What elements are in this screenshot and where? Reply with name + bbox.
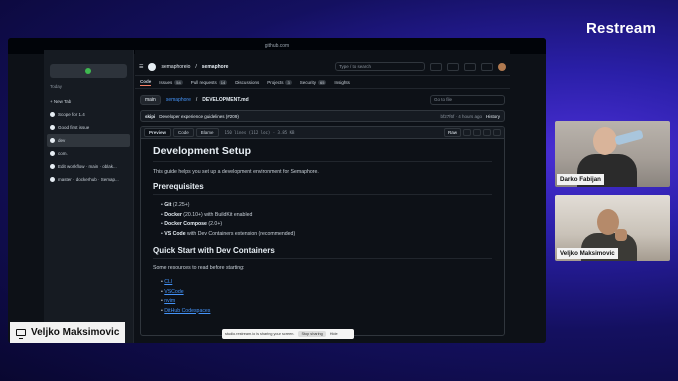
file-toolbar: Preview Code Blame 150 lines (112 loc) ·… (141, 127, 504, 139)
sidebar-tab-active[interactable]: dev (47, 134, 130, 147)
resource-link[interactable]: nvim (161, 297, 492, 307)
hide-button[interactable]: Hide (330, 332, 338, 336)
edit-icon[interactable] (483, 129, 491, 136)
resource-links: CLI VSCode nvim DitHub Codespaces (153, 278, 492, 316)
prereq-list: Git (2.25+) Docker (20.10+) with BuildKi… (153, 201, 492, 239)
doc-intro: This guide helps you set up a developmen… (153, 169, 319, 175)
sidebar-tab[interactable]: master · dockerhub · Semap... (44, 173, 133, 186)
webcam-tile[interactable]: Darko Fabijan (555, 121, 670, 187)
search-input[interactable]: Type / to search (335, 62, 425, 71)
markdown-body: Development Setup This guide helps you s… (141, 139, 504, 329)
breadcrumb: main semaphore / DEVELOPMENT.md Go to fi… (135, 93, 510, 107)
avatar[interactable] (498, 62, 506, 71)
menu-icon[interactable]: ☰ (139, 64, 143, 70)
browser-sidebar: Today + New Tab Scope for 1.4 Good first… (44, 50, 134, 343)
resource-link[interactable]: CLI (161, 278, 492, 288)
go-to-file-input[interactable]: Go to file (430, 95, 505, 105)
repo-owner[interactable]: semaphoreio (161, 64, 190, 70)
tab-preview[interactable]: Preview (144, 128, 172, 137)
resource-link[interactable]: DitHub Codespaces (161, 307, 492, 317)
github-icon (50, 151, 55, 156)
webcam-tile[interactable]: Veljko Maksimovic (555, 195, 670, 261)
status-dot-icon (85, 68, 91, 74)
sidebar-tab[interactable]: Good first issue (44, 121, 133, 134)
person-hand (615, 229, 627, 241)
monitor-icon (16, 329, 26, 339)
breadcrumb-file: DEVELOPMENT.md (202, 97, 249, 103)
tab-security[interactable]: Security 65 (300, 79, 327, 85)
download-icon[interactable] (473, 129, 481, 136)
presenter-name: Veljko Maksimovic (31, 327, 120, 338)
participant-name: Darko Fabijan (557, 174, 604, 185)
github-icon (50, 164, 55, 169)
tab-issues[interactable]: Issues 54 (159, 79, 183, 85)
restream-logo: Restream (586, 20, 656, 37)
tab-code-view[interactable]: Code (173, 128, 194, 137)
github-page: ☰ semaphoreio / semaphore Type / to sear… (135, 50, 510, 343)
sidebar-tab[interactable]: com. (44, 147, 133, 160)
stop-sharing-button[interactable]: Stop sharing (298, 331, 326, 337)
commit-author[interactable]: skipi (145, 114, 155, 119)
file-meta: 150 lines (112 loc) · 3.85 KB (224, 130, 295, 135)
list-item: VS Code with Dev Containers extension (r… (161, 230, 492, 240)
outline-icon[interactable] (493, 129, 501, 136)
github-icon (50, 177, 55, 182)
inbox-button[interactable] (481, 62, 493, 71)
tab-insights[interactable]: Insights (334, 80, 350, 85)
history-button[interactable]: History (486, 114, 500, 119)
github-icon (50, 125, 55, 130)
tab-projects[interactable]: Projects 3 (267, 79, 292, 85)
repo-nav: Code Issues 54 Pull requests 14 Discussion… (135, 76, 510, 89)
latest-commit-bar: skipi Developer experience guidelines (#… (140, 110, 505, 122)
create-button[interactable] (447, 62, 459, 71)
copilot-button[interactable] (430, 62, 442, 71)
new-tab-button[interactable]: + New Tab (44, 95, 133, 108)
github-icon (50, 112, 55, 117)
prereq-heading: Prerequisites (153, 182, 492, 195)
branch-selector[interactable]: main (140, 95, 161, 105)
commit-hash[interactable]: bf27f6f · 4 hours ago (440, 114, 482, 119)
copy-icon[interactable] (463, 129, 471, 136)
list-item: Git (2.25+) (161, 201, 492, 211)
github-icon (50, 138, 55, 143)
doc-title: Development Setup (153, 145, 492, 162)
tab-code[interactable]: Code (140, 79, 152, 86)
tab-pull-requests[interactable]: Pull requests 14 (191, 79, 228, 85)
screen-share-bar: studio.restream.io is sharing your scree… (222, 329, 354, 339)
person-head (593, 127, 617, 155)
water-bottle (614, 129, 644, 146)
shared-screen: github.com Today + New Tab Scope for 1.4… (8, 38, 546, 343)
share-status-text: studio.restream.io is sharing your scree… (225, 332, 295, 336)
tab-blame[interactable]: Blame (195, 128, 219, 137)
tab-discussions[interactable]: Discussions (235, 80, 259, 85)
sidebar-tab[interactable]: Scope for 1.4 (44, 108, 133, 121)
sidebar-tab[interactable]: Edit workflow · main · oblak... (44, 160, 133, 173)
time-label: Today (50, 84, 63, 89)
file-viewer: Preview Code Blame 150 lines (112 loc) ·… (140, 126, 505, 336)
commit-message[interactable]: Developer experience guidelines (#209) (159, 114, 239, 119)
repo-name[interactable]: semaphore (202, 64, 229, 70)
issues-button[interactable] (464, 62, 476, 71)
github-header: ☰ semaphoreio / semaphore Type / to sear… (135, 58, 510, 76)
quickstart-intro: Some resources to read before starting: (153, 265, 245, 271)
presenter-banner: Veljko Maksimovic (10, 322, 126, 343)
quickstart-heading: Quick Start with Dev Containers (153, 246, 492, 259)
resource-link[interactable]: VSCode (161, 288, 492, 298)
participant-name: Veljko Maksimovic (557, 248, 618, 259)
breadcrumb-repo-link[interactable]: semaphore (166, 97, 191, 103)
list-item: Docker Compose (2.0+) (161, 220, 492, 230)
raw-button[interactable]: Raw (443, 128, 461, 137)
sidebar-top-button[interactable] (50, 64, 127, 78)
github-logo-icon[interactable] (148, 62, 157, 71)
list-item: Docker (20.10+) with BuildKit enabled (161, 211, 492, 221)
